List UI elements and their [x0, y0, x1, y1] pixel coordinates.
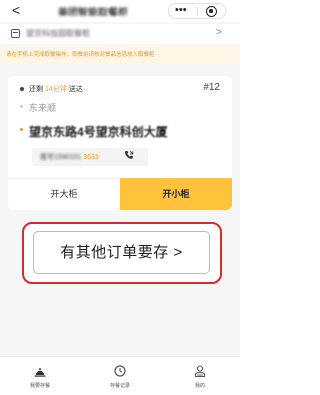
notice-banner: 请在手机上完成取餐操作，取餐前请核对餐品信息放入取餐柜 [0, 46, 240, 63]
tab-bar: 我要存餐 存餐记录 我的 [0, 356, 240, 395]
phone-call-svg [125, 150, 134, 159]
locker-icon [34, 368, 46, 377]
phone-masked: 尾号1590101 [40, 154, 82, 161]
cabinet-icon [11, 29, 20, 38]
open-large-locker-button[interactable]: 开大柜 [8, 178, 120, 210]
customer-phone: 尾号1590101 3633 [32, 148, 148, 166]
highlight-annotation: 有其他订单要存 > [22, 222, 222, 284]
tab-label: 我要存餐 [29, 383, 50, 389]
app-screen: < 美团智能取餐柜 ••• 望京科技园取餐柜 > 请在手机上完成取餐操作，取餐前… [0, 0, 240, 395]
delivery-address: 望京东路4号望京科创大厦 [29, 125, 168, 139]
tab-label: 我的 [194, 383, 205, 389]
navigation-bar: < 美团智能取餐柜 ••• [0, 0, 240, 22]
notice-text: 请在手机上完成取餐操作，取餐前请核对餐品信息放入取餐柜 [6, 52, 155, 58]
capsule-divider [197, 7, 198, 16]
phone-number: 尾号1590101 3633 [40, 152, 99, 162]
status-suffix: 送达 [68, 86, 83, 93]
location-name: 望京科技园取餐柜 [26, 29, 90, 38]
status-prefix: 还剩 [29, 86, 43, 93]
page-title: 美团智能取餐柜 [58, 8, 128, 16]
chevron-right-icon: > [216, 27, 222, 38]
from-bullet [20, 105, 23, 108]
clock-icon [114, 365, 126, 377]
merchant-name: 东来顺 [29, 103, 57, 113]
close-target-icon[interactable] [206, 6, 217, 17]
tab-store-records[interactable]: 存餐记录 [80, 357, 160, 395]
back-icon[interactable]: < [12, 2, 20, 18]
to-bullet [20, 128, 23, 131]
status-bullet [20, 87, 24, 91]
more-orders-button[interactable]: 有其他订单要存 > [33, 231, 210, 274]
status-time: 14分钟 [44, 86, 67, 93]
phone-tail: 3633 [83, 154, 99, 161]
user-icon [194, 365, 206, 378]
phone-call-icon[interactable] [124, 150, 134, 163]
mini-program-capsule: ••• [168, 3, 226, 19]
location-row[interactable]: 望京科技园取餐柜 > [0, 24, 240, 44]
tab-mine[interactable]: 我的 [160, 357, 240, 395]
order-card: 还剩 14分钟 送达 #12 东来顺 望京东路4号望京科创大厦 尾号159010… [8, 76, 232, 210]
open-small-locker-button[interactable]: 开小柜 [120, 178, 232, 210]
more-icon[interactable]: ••• [175, 4, 187, 16]
order-number: #12 [203, 82, 220, 93]
tab-store-meal[interactable]: 我要存餐 [0, 357, 80, 395]
tab-label: 存餐记录 [109, 383, 130, 389]
delivery-status: 还剩 14分钟 送达 [29, 84, 83, 94]
